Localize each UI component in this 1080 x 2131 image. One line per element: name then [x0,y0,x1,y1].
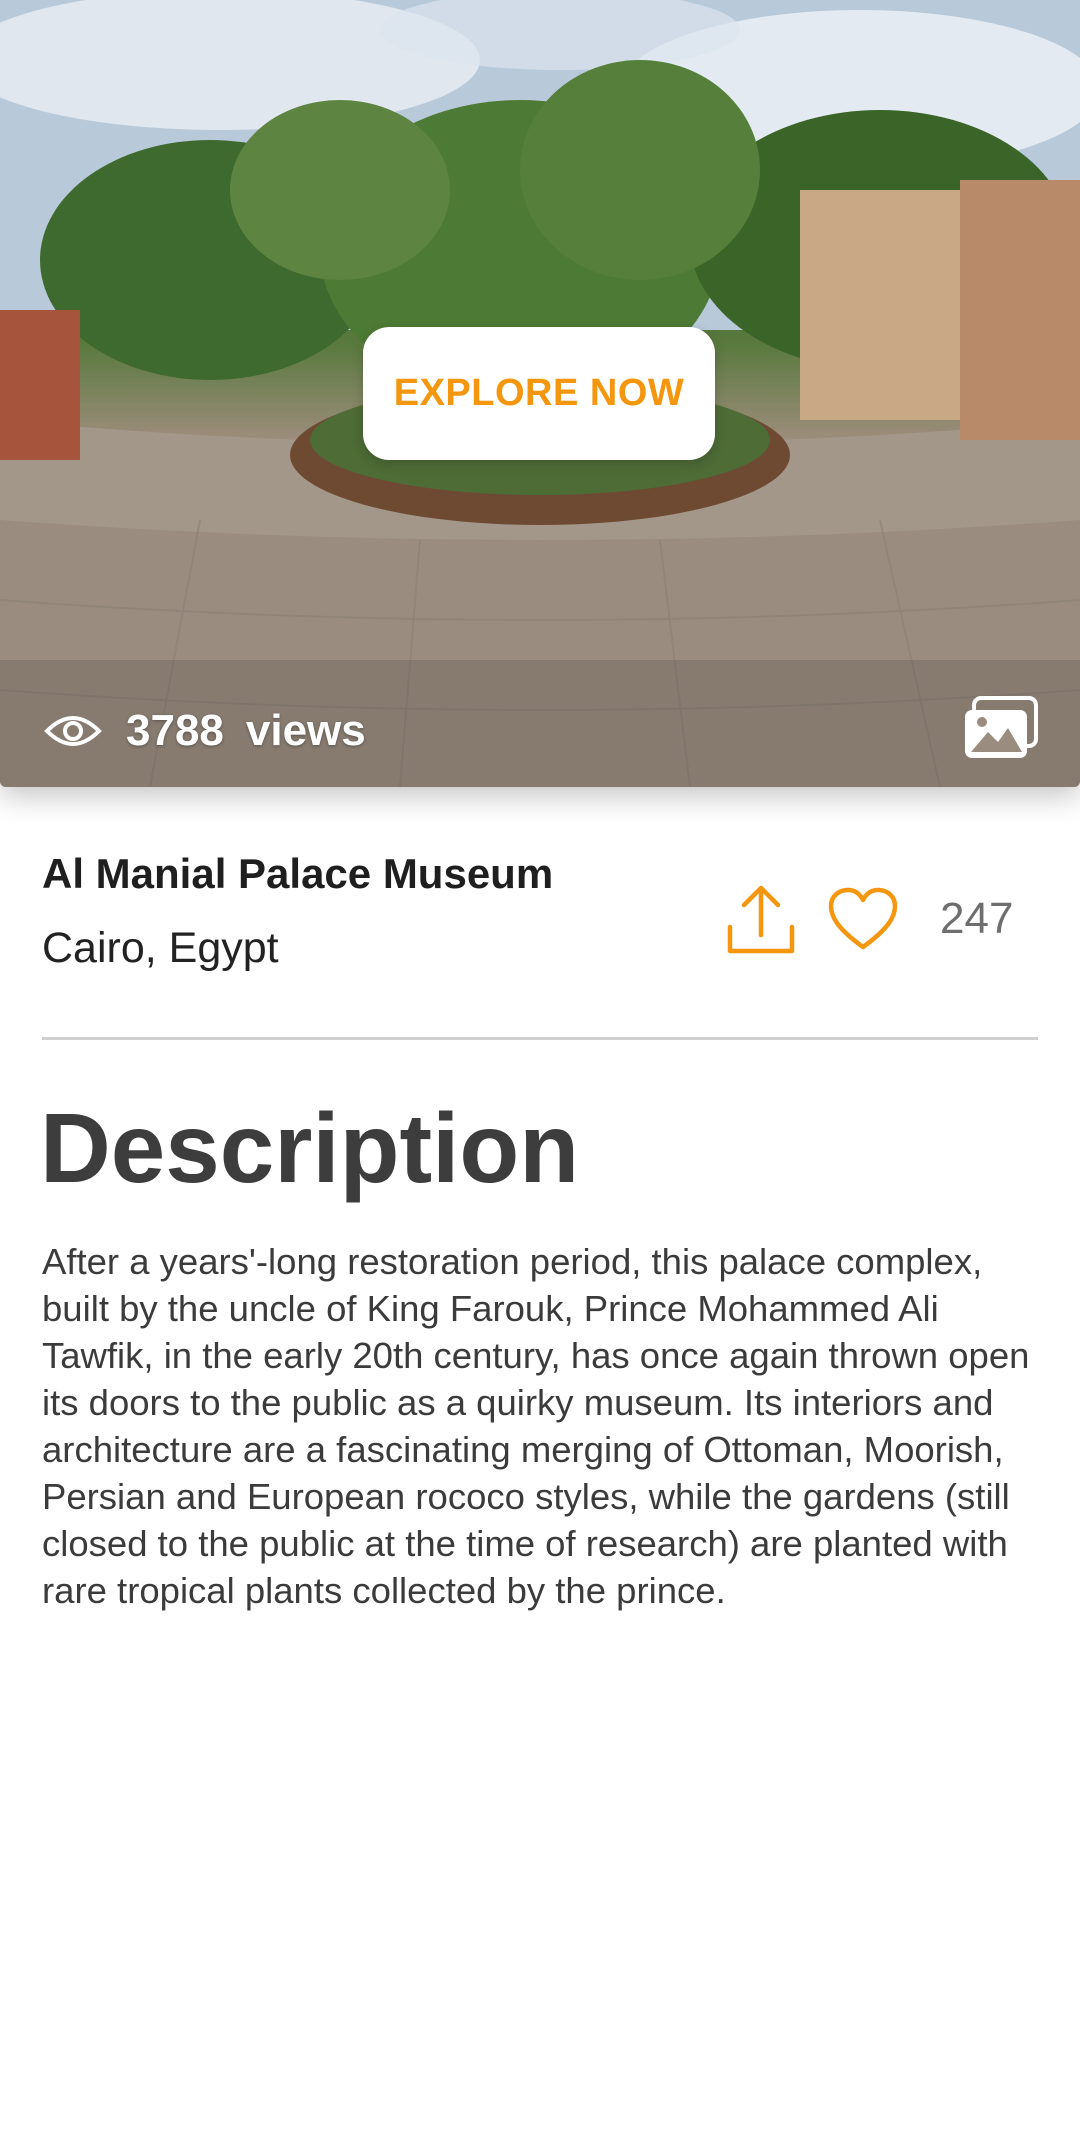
divider [42,1037,1038,1040]
views-count: 3788 [126,706,224,755]
views-indicator: 3788 views [44,706,366,756]
heart-icon[interactable] [828,887,898,951]
gallery-icon[interactable] [962,696,1040,762]
views-label: views [245,706,366,755]
description-title: Description [40,1093,580,1203]
explore-now-button[interactable]: EXPLORE NOW [363,327,715,460]
eye-icon [44,716,102,746]
description-text: After a years'-long restoration period, … [42,1241,1030,1611]
panorama-hero[interactable]: EXPLORE NOW 3788 views [0,0,1080,787]
like-count: 247 [940,894,1014,943]
share-icon[interactable] [726,883,796,955]
place-actions: 247 [726,883,1013,955]
